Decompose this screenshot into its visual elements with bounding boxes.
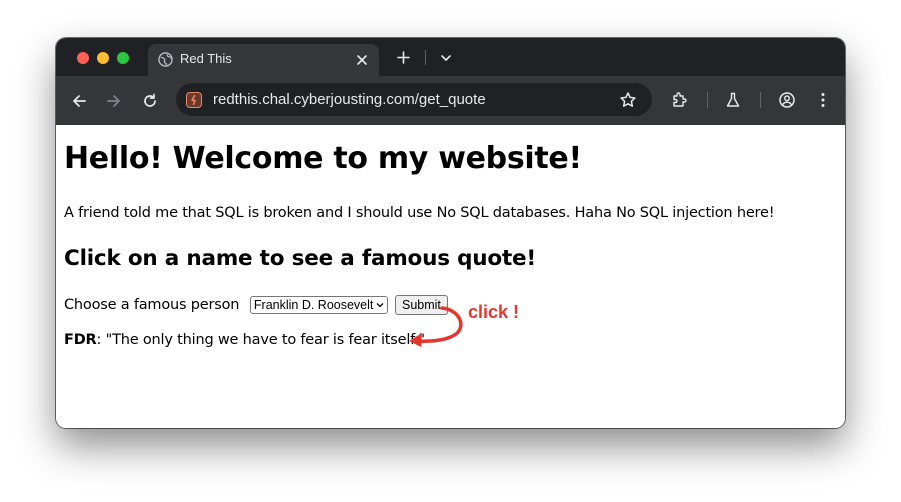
- bookmark-star-icon[interactable]: [619, 91, 637, 109]
- tab-title: Red This: [180, 51, 232, 66]
- toolbar-divider: [707, 92, 708, 108]
- close-window-button[interactable]: [77, 52, 89, 64]
- person-select[interactable]: Franklin D. Roosevelt: [249, 296, 389, 314]
- new-tab-icon[interactable]: [396, 50, 411, 65]
- quote-result: FDR: "The only thing we have to fear is …: [64, 332, 425, 348]
- intro-paragraph: A friend told me that SQL is broken and …: [64, 205, 775, 221]
- more-menu-icon[interactable]: [814, 91, 832, 109]
- address-bar[interactable]: redthis.chal.cyberjousting.com/get_quote: [176, 83, 652, 116]
- quote-text: "The only thing we have to fear is fear …: [105, 332, 425, 348]
- person-select-value: Franklin D. Roosevelt: [253, 298, 374, 312]
- url-text: redthis.chal.cyberjousting.com/get_quote: [213, 91, 486, 108]
- forward-arrow-icon[interactable]: [105, 92, 123, 110]
- page-subheading: Click on a name to see a famous quote!: [64, 246, 537, 271]
- toolbar-divider: [760, 92, 761, 108]
- browser-toolbar: redthis.chal.cyberjousting.com/get_quote: [56, 76, 845, 125]
- site-info-icon[interactable]: [186, 92, 202, 108]
- quote-speaker: FDR: [64, 332, 97, 348]
- back-arrow-icon[interactable]: [70, 92, 88, 110]
- extensions-icon[interactable]: [670, 91, 688, 109]
- labs-flask-icon[interactable]: [724, 91, 742, 109]
- choose-person-form: Choose a famous person Franklin D. Roose…: [64, 295, 448, 315]
- minimize-window-button[interactable]: [97, 52, 109, 64]
- choose-person-label: Choose a famous person: [64, 297, 240, 313]
- globe-icon: [158, 52, 173, 67]
- page-content: Hello! Welcome to my website! A friend t…: [56, 125, 845, 428]
- tab-red-this[interactable]: Red This: [148, 44, 379, 76]
- annotation-arrow-icon: [409, 306, 463, 347]
- maximize-window-button[interactable]: [117, 52, 129, 64]
- chevron-down-icon[interactable]: [439, 51, 453, 65]
- close-tab-icon[interactable]: [355, 53, 369, 67]
- quote-separator: :: [96, 332, 106, 348]
- reload-icon[interactable]: [141, 92, 159, 110]
- profile-avatar-icon[interactable]: [778, 91, 796, 109]
- chevron-down-icon: [376, 303, 384, 308]
- page-heading: Hello! Welcome to my website!: [64, 141, 582, 176]
- tab-strip-divider: [425, 50, 426, 65]
- tab-strip: Red This: [56, 38, 845, 76]
- annotation-label: click !: [468, 302, 520, 322]
- browser-window: Red This redthis.chal.cyberjousting.com/…: [56, 38, 845, 428]
